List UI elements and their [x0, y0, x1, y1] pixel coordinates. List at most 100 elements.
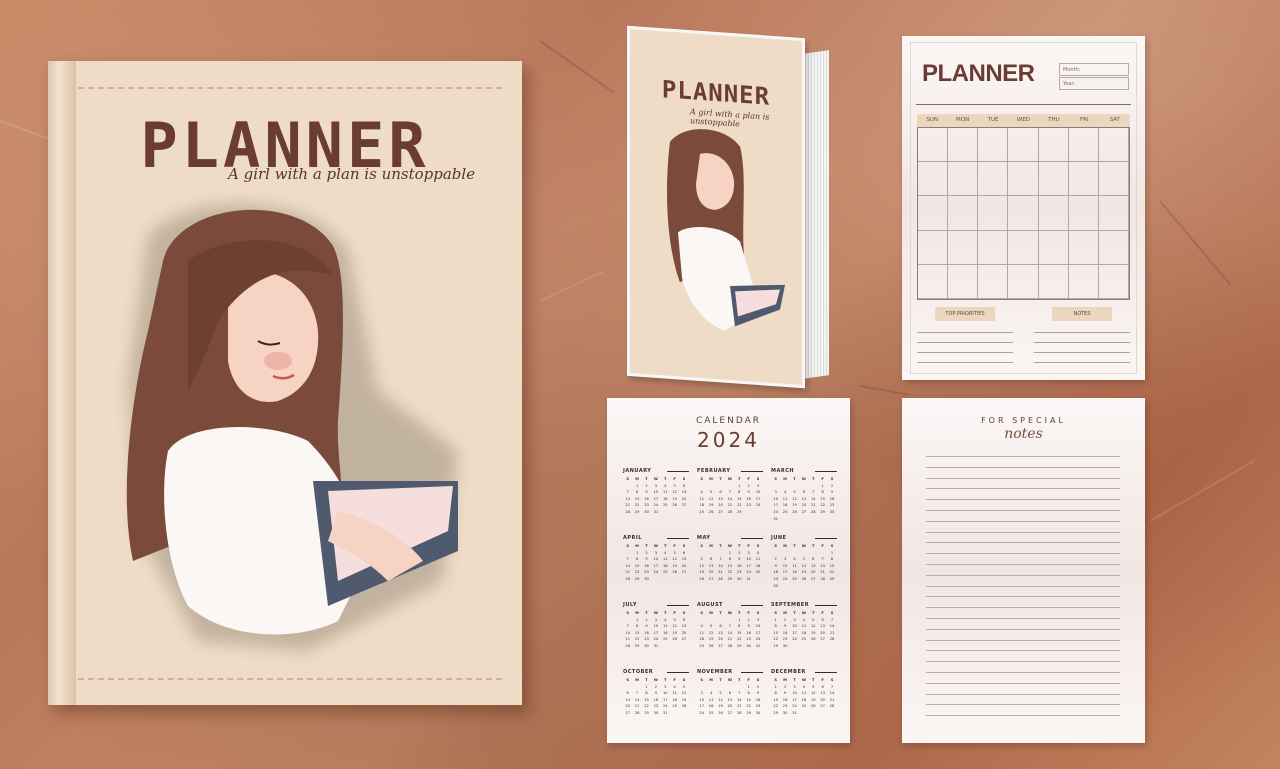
date-cell: 17 — [653, 630, 659, 635]
date-cell: 7 — [719, 557, 722, 562]
weekday-initial: M — [783, 611, 787, 615]
date-cell: 12 — [792, 496, 797, 501]
date-cell: 14 — [829, 624, 835, 629]
week-row: 17 18 19 20 21 22 23 — [697, 703, 763, 710]
date-cell: 17 — [792, 630, 797, 635]
day-cell — [948, 128, 979, 163]
date-cell: 7 — [635, 691, 639, 696]
weekday-header: SUN MON TUE WED THU FRI SAT — [917, 114, 1130, 127]
week-row: 19 20 21 22 23 24 25 — [697, 569, 763, 576]
date-cell — [623, 550, 632, 557]
month-block: NOVEMBER S M T W T F S 1 2 3 4 5 6 7 8 9 10 11 12 13 14 15 16 17… — [697, 669, 763, 717]
week-row: 7 8 9 10 11 12 13 — [623, 489, 689, 496]
date-cell: 23 — [755, 704, 761, 709]
date-cell: 3 — [654, 483, 658, 488]
date-cell: 27 — [820, 704, 825, 709]
date-cell: 17 — [746, 563, 751, 568]
date-cell: 12 — [672, 557, 677, 562]
date-cell: 16 — [736, 563, 742, 568]
date-cell — [716, 483, 725, 490]
week-row: 8 9 10 11 12 13 14 — [771, 690, 837, 697]
date-cell: 18 — [699, 503, 704, 508]
notes-label: NOTES — [1052, 307, 1112, 321]
weekday-initial: W — [653, 678, 658, 682]
weekday-initial: F — [673, 611, 676, 615]
date-cell: 14 — [634, 697, 640, 702]
date-cell — [697, 684, 706, 691]
date-cell: 6 — [682, 483, 686, 488]
weekday-initial: S — [756, 611, 760, 615]
date-cell: 30 — [644, 643, 649, 648]
date-cell: 13 — [718, 630, 723, 635]
date-cell: 15 — [634, 630, 640, 635]
date-cell: 21 — [625, 570, 630, 575]
date-cell: 25 — [801, 704, 807, 709]
paper-crease — [539, 40, 615, 94]
date-cell: 3 — [654, 617, 658, 622]
date-cell: 2 — [756, 684, 760, 689]
date-cell: 14 — [718, 563, 723, 568]
date-cell: 2 — [747, 617, 750, 622]
date-cell: 15 — [736, 496, 742, 501]
date-cell — [670, 509, 679, 516]
date-cell: 9 — [645, 557, 648, 562]
date-cell: 28 — [829, 637, 835, 642]
date-cell: 23 — [782, 704, 788, 709]
week-row: 29 30 31 — [771, 710, 837, 717]
weekday-initial: T — [738, 678, 741, 682]
small-girl-illustration — [667, 129, 785, 331]
date-cell: 25 — [662, 570, 668, 575]
date-cell: 1 — [738, 483, 741, 488]
date-cell: 13 — [708, 563, 714, 568]
date-cell: 24 — [653, 503, 659, 508]
week-row: 1 2 3 4 5 6 — [623, 483, 689, 490]
week-row: 1 2 3 4 5 6 — [623, 550, 689, 557]
date-cell: 18 — [662, 630, 668, 635]
weekday-initial: S — [756, 477, 760, 481]
date-cell: 26 — [672, 570, 677, 575]
weekday-initial: M — [635, 678, 639, 682]
date-cell: 21 — [829, 697, 835, 702]
date-cell — [780, 483, 789, 490]
weekday-initials: SMTWTFS — [697, 476, 763, 483]
weekday-initials: SMTWTFS — [697, 610, 763, 617]
weekday-initial: F — [821, 544, 824, 548]
date-cell: 24 — [653, 570, 659, 575]
ruled-line — [926, 466, 1120, 468]
date-cell: 15 — [727, 563, 733, 568]
date-cell: 13 — [820, 691, 825, 696]
date-cell: 30 — [653, 710, 659, 715]
weekday-initial: S — [700, 611, 703, 615]
date-cell: 22 — [829, 570, 835, 575]
date-cell — [799, 643, 808, 650]
date-cell: 22 — [727, 570, 733, 575]
weekday-initial: M — [635, 611, 639, 615]
day-cell — [1008, 128, 1039, 163]
ruled-line — [926, 564, 1120, 565]
date-cell: 20 — [718, 637, 723, 642]
date-cell: 23 — [746, 503, 751, 508]
weekday-initial: T — [645, 678, 648, 682]
date-cell: 12 — [672, 624, 677, 629]
week-row: 4 5 6 7 8 9 10 — [697, 623, 763, 630]
date-cell: 21 — [736, 704, 742, 709]
week-row: 21 22 23 24 25 26 27 — [623, 569, 689, 576]
weekday-initial: T — [719, 678, 722, 682]
date-cell: 10 — [792, 624, 797, 629]
day-cell — [1008, 162, 1039, 197]
date-cell: 28 — [820, 576, 825, 581]
weekday-initial: W — [653, 544, 658, 548]
top-priorities-label: TOP PRIORITIES — [935, 307, 995, 321]
weekday-initial: S — [682, 544, 686, 548]
date-cell: 8 — [738, 490, 741, 495]
date-cell: 23 — [773, 576, 778, 581]
date-cell: 9 — [738, 557, 741, 562]
day-cell — [1098, 264, 1129, 299]
ruled-line — [926, 499, 1120, 501]
weekday-initial: S — [682, 611, 686, 615]
date-cell: 7 — [728, 490, 732, 495]
week-row: 10 11 12 13 14 15 16 — [771, 496, 837, 503]
weekday-initial: S — [682, 477, 686, 481]
month-name: MAY — [697, 535, 763, 541]
date-cell: 8 — [774, 624, 777, 629]
